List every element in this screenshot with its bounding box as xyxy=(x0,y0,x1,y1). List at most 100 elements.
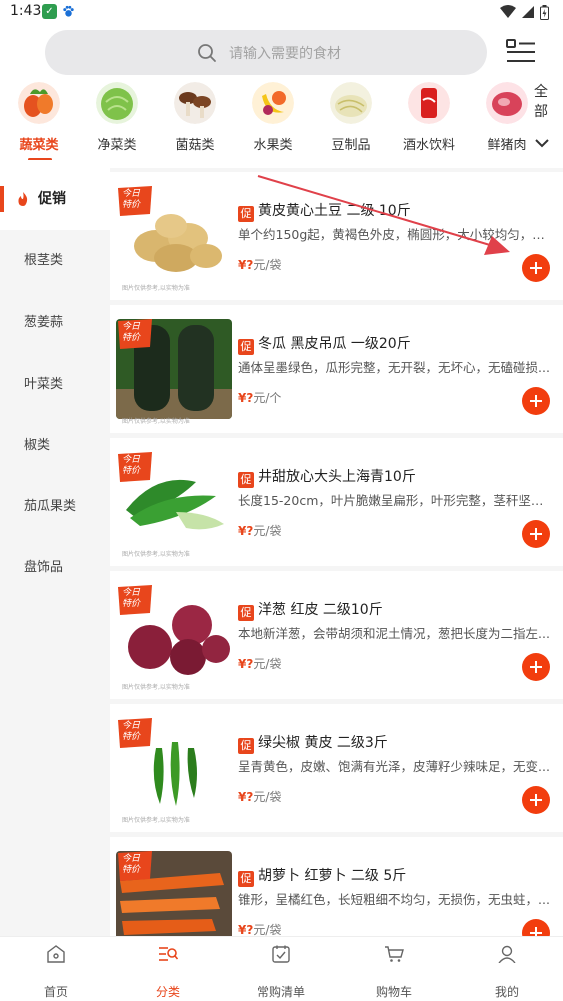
tab-frequent-list[interactable]: 常购清单 xyxy=(225,937,337,1001)
sidebar-item-melon[interactable]: 茄瓜果类 xyxy=(0,476,110,538)
search-bar[interactable] xyxy=(45,30,487,75)
today-special-text: 今日 特价 xyxy=(122,322,140,344)
add-to-cart-button[interactable] xyxy=(522,653,550,681)
today-special-text: 今日 特价 xyxy=(122,455,140,477)
tag-line-1: 今日 xyxy=(122,455,141,465)
vegetables-image xyxy=(18,82,60,124)
price-unit: 元/个 xyxy=(253,391,282,405)
product-title: 促井甜放心大头上海青10斤 xyxy=(238,466,558,488)
product-card[interactable]: 今日 特价 图片仅供参考,以实物为准 促洋葱 红皮 二级10斤 本地新洋葱，会带胡… xyxy=(110,571,563,699)
tab-profile[interactable]: 我的 xyxy=(451,937,563,1001)
product-card[interactable]: 今日 特价 图片仅供参考,以实物为准 促井甜放心大头上海青10斤 长度15-20c… xyxy=(110,438,563,566)
category-label: 豆制品 xyxy=(331,138,371,153)
sidebar-item-pepper[interactable]: 椒类 xyxy=(0,415,110,477)
product-desc: 长度15-20cm，叶片脆嫩呈扁形，叶形完整，茎秆坚挺... xyxy=(238,493,550,508)
category-mushroom[interactable]: 菌菇类 xyxy=(158,80,230,160)
status-bar: 1:43 ✓ xyxy=(0,0,563,24)
price-value: ¥? xyxy=(238,524,254,538)
product-price: ¥?元/袋 xyxy=(238,788,281,805)
category-clean-veg[interactable]: 净菜类 xyxy=(80,80,152,160)
cabbage-image xyxy=(96,82,138,124)
product-title: 促绿尖椒 黄皮 二级3斤 xyxy=(238,732,558,754)
category-bean[interactable]: 豆制品 xyxy=(314,80,386,160)
today-special-text: 今日 特价 xyxy=(122,189,140,211)
tag-line-2: 特价 xyxy=(122,732,141,742)
all-categories-label: 全部 xyxy=(534,84,548,120)
checklist-icon xyxy=(272,945,290,963)
sidebar-item-label: 促销 xyxy=(38,191,66,207)
category-drinks[interactable]: 酒水饮料 xyxy=(392,80,464,160)
product-price: ¥?元/袋 xyxy=(238,655,281,672)
category-fruit[interactable]: 水果类 xyxy=(236,80,308,160)
category-vegetables[interactable]: 蔬菜类 xyxy=(2,80,74,160)
promo-badge: 促 xyxy=(238,472,254,488)
mushroom-image xyxy=(174,82,216,124)
tag-line-2: 特价 xyxy=(122,200,141,210)
search-icon xyxy=(198,44,216,62)
app-screen: 1:43 ✓ 请输入需要的食材 蔬菜类 净菜类 菌菇类 水果类 豆制品 酒水饮料… xyxy=(0,0,563,1001)
product-price: ¥?元/袋 xyxy=(238,522,281,539)
product-card[interactable]: 今日 特价 图片仅供参考,以实物为准 促绿尖椒 黄皮 二级3斤 呈青黄色，皮嫩、饱… xyxy=(110,704,563,832)
cola-image xyxy=(408,82,450,124)
price-value: ¥? xyxy=(238,657,254,671)
tab-label: 购物车 xyxy=(375,985,412,999)
tag-line-1: 今日 xyxy=(122,721,141,731)
price-value: ¥? xyxy=(238,258,254,272)
product-desc: 锥形，呈橘红色，长短粗细不均匀，无损伤，无虫蛀，... xyxy=(238,892,550,907)
sidebar-item-onion-ginger-garlic[interactable]: 葱姜蒜 xyxy=(0,292,110,354)
product-card[interactable]: 今日 特价 图片仅供参考,以实物为准 促冬瓜 黑皮吊瓜 一级20斤 通体呈墨绿色，… xyxy=(110,305,563,433)
price-unit: 元/袋 xyxy=(253,790,282,804)
tag-line-1: 今日 xyxy=(122,322,141,332)
wifi-icon xyxy=(500,5,516,18)
add-to-cart-button[interactable] xyxy=(522,786,550,814)
category-label: 菌菇类 xyxy=(175,138,215,153)
sidebar-item-root[interactable]: 根茎类 xyxy=(0,230,110,292)
product-name: 黄皮黄心土豆 二级 10斤 xyxy=(258,203,411,219)
tab-cart[interactable]: 购物车 xyxy=(338,937,450,1001)
app-notification-icon: ✓ xyxy=(42,4,57,19)
image-note: 图片仅供参考,以实物为准 xyxy=(122,418,190,425)
all-categories-button[interactable]: 全部 xyxy=(530,82,558,156)
tab-label: 分类 xyxy=(155,985,180,999)
category-pork[interactable]: 鲜猪肉 xyxy=(470,80,528,160)
price-value: ¥? xyxy=(238,790,254,804)
add-to-cart-button[interactable] xyxy=(522,919,550,936)
category-label: 水果类 xyxy=(253,138,293,153)
add-to-cart-button[interactable] xyxy=(522,387,550,415)
pork-image xyxy=(486,82,528,124)
tab-home[interactable]: 首页 xyxy=(0,937,112,1001)
status-icons xyxy=(500,4,549,20)
tab-label: 我的 xyxy=(494,985,519,999)
promo-badge: 促 xyxy=(238,738,254,754)
tag-line-2: 特价 xyxy=(122,865,141,875)
product-price: ¥?元/袋 xyxy=(238,921,281,936)
bean-sprout-image xyxy=(330,82,372,124)
price-unit: 元/袋 xyxy=(253,657,282,671)
category-row: 蔬菜类 净菜类 菌菇类 水果类 豆制品 酒水饮料 鲜猪肉 xyxy=(0,80,528,160)
sidebar-item-leafy[interactable]: 叶菜类 xyxy=(0,354,110,416)
category-label: 鲜猪肉 xyxy=(487,138,527,153)
promo-badge: 促 xyxy=(238,339,254,355)
sidebar: 促销 根茎类 葱姜蒜 叶菜类 椒类 茄瓜果类 盘饰品 xyxy=(0,168,110,936)
search-input[interactable] xyxy=(229,38,449,68)
category-label: 酒水饮料 xyxy=(402,138,455,153)
sidebar-item-garnish[interactable]: 盘饰品 xyxy=(0,537,110,599)
add-to-cart-button[interactable] xyxy=(522,254,550,282)
product-title: 促黄皮黄心土豆 二级 10斤 xyxy=(238,200,558,222)
list-menu-icon[interactable] xyxy=(506,38,536,66)
price-unit: 元/袋 xyxy=(253,923,282,936)
add-to-cart-button[interactable] xyxy=(522,520,550,548)
product-card[interactable]: 今日 特价 图片仅供参考,以实物为准 促黄皮黄心土豆 二级 10斤 单个约150g… xyxy=(110,172,563,300)
battery-icon xyxy=(540,4,549,20)
product-title: 促胡萝卜 红萝卜 二级 5斤 xyxy=(238,865,558,887)
tag-line-1: 今日 xyxy=(122,189,141,199)
fire-icon xyxy=(18,192,28,206)
category-list-icon xyxy=(159,947,178,961)
product-title: 促冬瓜 黑皮吊瓜 一级20斤 xyxy=(238,333,558,355)
chevron-down-icon xyxy=(535,139,549,148)
sidebar-item-promo[interactable]: 促销 xyxy=(0,168,110,230)
product-card[interactable]: 今日特价 图片仅供参考,以实物为准 促胡萝卜 红萝卜 二级 5斤 锥形，呈橘红色… xyxy=(110,837,563,936)
product-desc: 通体呈墨绿色，瓜形完整，无开裂，无坏心，无磕碰损... xyxy=(238,360,550,375)
product-name: 胡萝卜 红萝卜 二级 5斤 xyxy=(258,868,407,884)
tab-category[interactable]: 分类 xyxy=(112,937,224,1001)
